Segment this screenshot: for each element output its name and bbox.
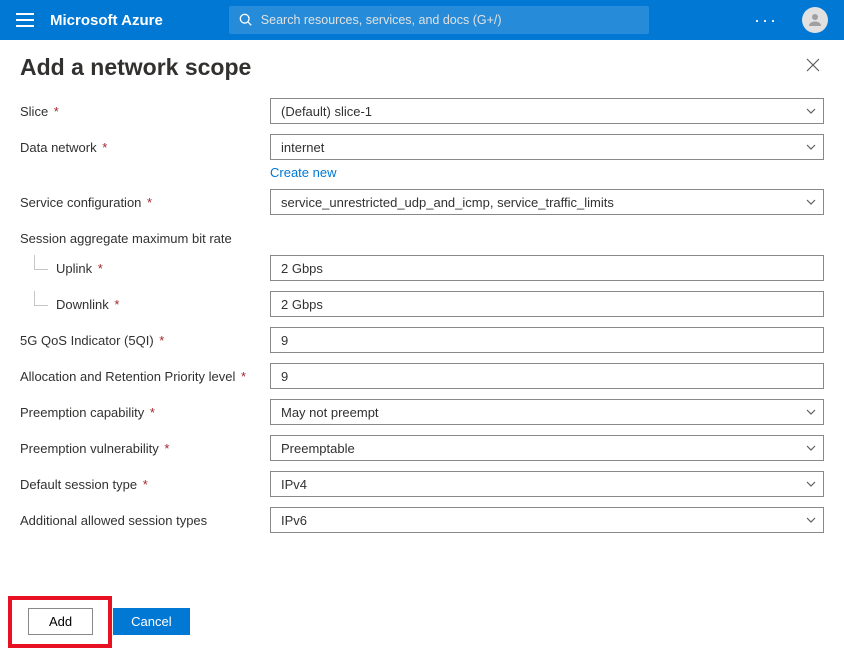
avatar[interactable]	[802, 7, 828, 33]
chevron-down-icon	[805, 406, 817, 418]
required-indicator: *	[156, 333, 165, 348]
create-new-link[interactable]: Create new	[270, 165, 336, 180]
add-button[interactable]: Add	[28, 608, 93, 635]
required-indicator: *	[139, 477, 148, 492]
chevron-down-icon	[805, 105, 817, 117]
uplink-label: Uplink	[56, 261, 92, 276]
data-network-dropdown[interactable]: internet	[270, 134, 824, 160]
chevron-down-icon	[805, 478, 817, 490]
preempt-vuln-dropdown[interactable]: Preemptable	[270, 435, 824, 461]
required-indicator: *	[237, 369, 246, 384]
slice-value: (Default) slice-1	[281, 104, 372, 119]
data-network-label: Data network	[20, 140, 97, 155]
slice-dropdown[interactable]: (Default) slice-1	[270, 98, 824, 124]
required-indicator: *	[99, 140, 108, 155]
downlink-label: Downlink	[56, 297, 109, 312]
additional-session-label: Additional allowed session types	[20, 513, 207, 528]
required-indicator: *	[50, 104, 59, 119]
cancel-button[interactable]: Cancel	[113, 608, 189, 635]
required-indicator: *	[143, 195, 152, 210]
page-title: Add a network scope	[20, 54, 251, 81]
required-indicator: *	[146, 405, 155, 420]
chevron-down-icon	[805, 514, 817, 526]
service-config-dropdown[interactable]: service_unrestricted_udp_and_icmp, servi…	[270, 189, 824, 215]
footer: Add Cancel	[0, 592, 844, 651]
data-network-value: internet	[281, 140, 324, 155]
default-session-label: Default session type	[20, 477, 137, 492]
chevron-down-icon	[805, 196, 817, 208]
additional-session-value: IPv6	[281, 513, 307, 528]
preempt-cap-label: Preemption capability	[20, 405, 144, 420]
search-box[interactable]	[229, 6, 649, 34]
required-indicator: *	[111, 297, 120, 312]
uplink-input[interactable]	[270, 255, 824, 281]
service-config-value: service_unrestricted_udp_and_icmp, servi…	[281, 195, 614, 210]
additional-session-dropdown[interactable]: IPv6	[270, 507, 824, 533]
chevron-down-icon	[805, 141, 817, 153]
search-icon	[239, 13, 253, 27]
required-indicator: *	[161, 441, 170, 456]
preempt-cap-value: May not preempt	[281, 405, 379, 420]
search-input[interactable]	[261, 13, 639, 27]
top-bar: Microsoft Azure ···	[0, 0, 844, 40]
downlink-input[interactable]	[270, 291, 824, 317]
preempt-cap-dropdown[interactable]: May not preempt	[270, 399, 824, 425]
session-aggregate-label: Session aggregate maximum bit rate	[20, 231, 270, 246]
close-icon[interactable]	[802, 54, 824, 81]
more-icon[interactable]: ···	[754, 10, 778, 31]
arp-label: Allocation and Retention Priority level	[20, 369, 235, 384]
person-icon	[806, 11, 824, 29]
service-config-label: Service configuration	[20, 195, 141, 210]
blade-header: Add a network scope	[0, 40, 844, 87]
default-session-dropdown[interactable]: IPv4	[270, 471, 824, 497]
default-session-value: IPv4	[281, 477, 307, 492]
brand-label: Microsoft Azure	[50, 12, 163, 29]
chevron-down-icon	[805, 442, 817, 454]
arp-input[interactable]	[270, 363, 824, 389]
required-indicator: *	[94, 261, 103, 276]
preempt-vuln-label: Preemption vulnerability	[20, 441, 159, 456]
qos-label: 5G QoS Indicator (5QI)	[20, 333, 154, 348]
preempt-vuln-value: Preemptable	[281, 441, 355, 456]
qos-input[interactable]	[270, 327, 824, 353]
slice-label: Slice	[20, 104, 48, 119]
hamburger-menu-icon[interactable]	[16, 13, 34, 27]
form-body: Slice * (Default) slice-1 Data network *…	[0, 87, 844, 552]
